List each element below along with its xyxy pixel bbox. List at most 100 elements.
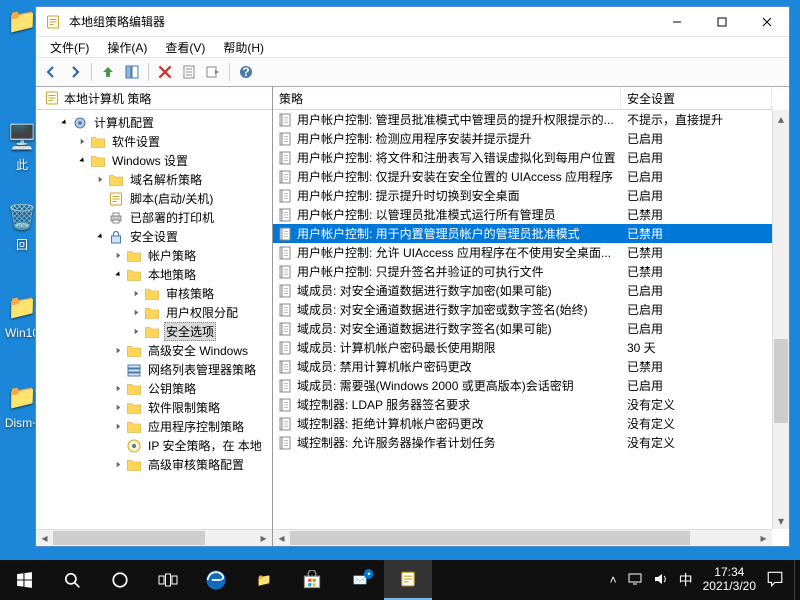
tb-properties-button[interactable] bbox=[178, 61, 200, 83]
expand-icon[interactable] bbox=[130, 287, 143, 300]
policy-row[interactable]: 用户帐户控制: 检测应用程序安装并提示提升已启用 bbox=[273, 129, 772, 148]
menu-file[interactable]: 文件(F) bbox=[42, 37, 97, 58]
tree-item[interactable]: 审核策略 bbox=[38, 284, 272, 303]
network-icon[interactable] bbox=[627, 571, 643, 590]
collapse-icon[interactable] bbox=[94, 230, 107, 243]
policy-row[interactable]: 域控制器: LDAP 服务器签名要求没有定义 bbox=[273, 395, 772, 414]
policy-row[interactable]: 用户帐户控制: 将文件和注册表写入错误虚拟化到每用户位置已启用 bbox=[273, 148, 772, 167]
action-center-icon[interactable] bbox=[766, 570, 784, 591]
maximize-button[interactable] bbox=[699, 7, 744, 37]
search-button[interactable] bbox=[48, 560, 96, 600]
taskview-button[interactable] bbox=[144, 560, 192, 600]
scroll-up-icon[interactable]: ▴ bbox=[773, 110, 789, 127]
expand-icon[interactable] bbox=[112, 420, 125, 433]
ime-indicator[interactable]: 中 bbox=[679, 570, 693, 590]
policy-row[interactable]: 用户帐户控制: 管理员批准模式中管理员的提升权限提示的...不提示，直接提升 bbox=[273, 110, 772, 129]
policy-row[interactable]: 用户帐户控制: 以管理员批准模式运行所有管理员已禁用 bbox=[273, 205, 772, 224]
tree-item[interactable]: 用户权限分配 bbox=[38, 303, 272, 322]
tree-item[interactable]: 高级审核策略配置 bbox=[38, 455, 272, 474]
expand-icon[interactable] bbox=[112, 458, 125, 471]
tb-forward-button[interactable] bbox=[64, 61, 86, 83]
titlebar[interactable]: 本地组策略编辑器 bbox=[36, 7, 789, 37]
menu-help[interactable]: 帮助(H) bbox=[215, 37, 272, 58]
policy-row[interactable]: 用户帐户控制: 仅提升安装在安全位置的 UIAccess 应用程序已启用 bbox=[273, 167, 772, 186]
start-button[interactable] bbox=[0, 560, 48, 600]
tree-item[interactable]: 已部署的打印机 bbox=[38, 208, 272, 227]
edge-button[interactable] bbox=[192, 560, 240, 600]
policy-row[interactable]: 域成员: 对安全通道数据进行数字签名(如果可能)已启用 bbox=[273, 319, 772, 338]
tb-show-hide-tree-button[interactable] bbox=[121, 61, 143, 83]
tree-item[interactable]: 安全选项 bbox=[38, 322, 272, 341]
tree-item[interactable]: 公钥策略 bbox=[38, 379, 272, 398]
policy-row[interactable]: 域成员: 对安全通道数据进行数字加密或数字签名(始终)已启用 bbox=[273, 300, 772, 319]
policy-row[interactable]: 域控制器: 允许服务器操作者计划任务没有定义 bbox=[273, 433, 772, 452]
tree-root[interactable]: 本地计算机 策略 bbox=[36, 87, 272, 110]
list-v-scrollbar[interactable]: ▴ ▾ bbox=[772, 110, 789, 529]
tb-export-button[interactable] bbox=[202, 61, 224, 83]
tree-item[interactable]: IP 安全策略，在 本地 bbox=[38, 436, 272, 455]
policy-list[interactable]: 用户帐户控制: 管理员批准模式中管理员的提升权限提示的...不提示，直接提升用户… bbox=[273, 110, 772, 529]
menu-view[interactable]: 查看(V) bbox=[157, 37, 213, 58]
show-desktop-button[interactable] bbox=[794, 560, 800, 600]
expand-icon[interactable] bbox=[112, 382, 125, 395]
policy-row[interactable]: 用户帐户控制: 提示提升时切换到安全桌面已启用 bbox=[273, 186, 772, 205]
tree-item[interactable]: 帐户策略 bbox=[38, 246, 272, 265]
scroll-right-icon[interactable]: ▸ bbox=[255, 530, 272, 546]
tb-back-button[interactable] bbox=[40, 61, 62, 83]
policy-row[interactable]: 用户帐户控制: 用于内置管理员帐户的管理员批准模式已禁用 bbox=[273, 224, 772, 243]
collapse-icon[interactable] bbox=[76, 154, 89, 167]
scroll-left-icon[interactable]: ◂ bbox=[36, 530, 53, 546]
explorer-button[interactable]: 📁 bbox=[240, 560, 288, 600]
policy-row[interactable]: 域成员: 计算机帐户密码最长使用期限30 天 bbox=[273, 338, 772, 357]
expand-icon[interactable] bbox=[94, 173, 107, 186]
tree-item[interactable]: 应用程序控制策略 bbox=[38, 417, 272, 436]
tree-item[interactable]: 计算机配置 bbox=[38, 113, 272, 132]
tree-item[interactable]: 网络列表管理器策略 bbox=[38, 360, 272, 379]
scroll-down-icon[interactable]: ▾ bbox=[773, 512, 789, 529]
policy-row[interactable]: 域成员: 禁用计算机帐户密码更改已禁用 bbox=[273, 357, 772, 376]
col-policy[interactable]: 策略 bbox=[273, 87, 621, 109]
tree-item[interactable]: 安全设置 bbox=[38, 227, 272, 246]
policy-row[interactable]: 域控制器: 拒绝计算机帐户密码更改没有定义 bbox=[273, 414, 772, 433]
scroll-left-icon[interactable]: ◂ bbox=[273, 530, 290, 546]
cortana-button[interactable] bbox=[96, 560, 144, 600]
minimize-button[interactable] bbox=[654, 7, 699, 37]
policy-row[interactable]: 用户帐户控制: 只提升签名并验证的可执行文件已禁用 bbox=[273, 262, 772, 281]
collapse-icon[interactable] bbox=[58, 116, 71, 129]
store-button[interactable] bbox=[288, 560, 336, 600]
policy-row[interactable]: 域成员: 对安全通道数据进行数字加密(如果可能)已启用 bbox=[273, 281, 772, 300]
expand-icon[interactable] bbox=[112, 401, 125, 414]
tree-item[interactable]: 脚本(启动/关机) bbox=[38, 189, 272, 208]
expand-icon[interactable] bbox=[76, 135, 89, 148]
mail-button[interactable]: ✉️• bbox=[336, 560, 384, 600]
collapse-icon[interactable] bbox=[112, 268, 125, 281]
expand-icon[interactable] bbox=[112, 344, 125, 357]
scroll-right-icon[interactable]: ▸ bbox=[755, 530, 772, 546]
clock[interactable]: 17:34 2021/3/20 bbox=[703, 566, 756, 594]
volume-icon[interactable] bbox=[653, 571, 669, 590]
tree-item[interactable]: 软件限制策略 bbox=[38, 398, 272, 417]
list-h-scrollbar[interactable]: ◂ ▸ bbox=[273, 529, 772, 546]
tree-item[interactable]: 域名解析策略 bbox=[38, 170, 272, 189]
tree-h-scrollbar[interactable]: ◂ ▸ bbox=[36, 529, 272, 546]
expand-icon[interactable] bbox=[112, 249, 125, 262]
col-setting[interactable]: 安全设置 bbox=[621, 87, 772, 109]
tb-help-button[interactable]: ? bbox=[235, 61, 257, 83]
gpedit-taskbar-button[interactable] bbox=[384, 560, 432, 600]
tree[interactable]: 计算机配置软件设置Windows 设置域名解析策略脚本(启动/关机)已部署的打印… bbox=[36, 110, 272, 529]
system-tray[interactable]: ˄ 中 17:34 2021/3/20 bbox=[600, 560, 794, 600]
tray-chevron-icon[interactable]: ˄ bbox=[610, 573, 617, 587]
tree-item[interactable]: 本地策略 bbox=[38, 265, 272, 284]
expand-icon[interactable] bbox=[130, 306, 143, 319]
taskbar[interactable]: 📁 ✉️• ˄ 中 17:34 2021/3/20 bbox=[0, 560, 800, 600]
menu-action[interactable]: 操作(A) bbox=[99, 37, 155, 58]
tb-delete-button[interactable] bbox=[154, 61, 176, 83]
policy-row[interactable]: 域成员: 需要强(Windows 2000 或更高版本)会话密钥已启用 bbox=[273, 376, 772, 395]
tree-item[interactable]: Windows 设置 bbox=[38, 151, 272, 170]
tree-item[interactable]: 软件设置 bbox=[38, 132, 272, 151]
close-button[interactable] bbox=[744, 7, 789, 37]
tree-item[interactable]: 高级安全 Windows bbox=[38, 341, 272, 360]
policy-row[interactable]: 用户帐户控制: 允许 UIAccess 应用程序在不使用安全桌面...已禁用 bbox=[273, 243, 772, 262]
expand-icon[interactable] bbox=[130, 325, 143, 338]
tb-up-button[interactable] bbox=[97, 61, 119, 83]
